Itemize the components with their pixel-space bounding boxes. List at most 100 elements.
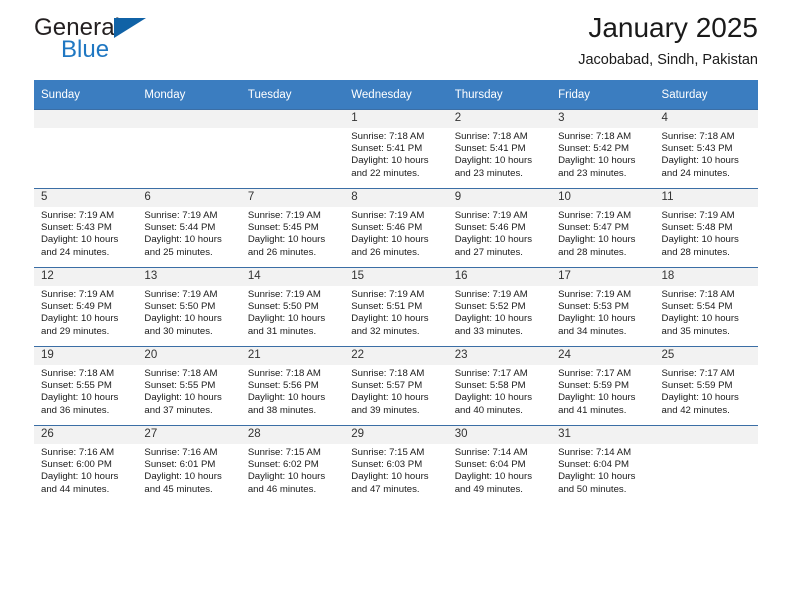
day-details: Sunrise: 7:17 AM Sunset: 5:59 PM Daylight:… [551,365,654,417]
calendar-day-cell[interactable]: 6 Sunrise: 7:19 AM Sunset: 5:44 PM Daylight… [137,188,241,268]
day-number: 26 [34,426,138,444]
calendar-day-cell[interactable]: 11 Sunrise: 7:19 AM Sunset: 5:48 PM Dayligh… [654,188,758,268]
daylight-text-line1: Daylight: 10 hours [454,234,533,246]
daylight-text-line2: and 37 minutes. [144,404,213,416]
day-details: Sunrise: 7:19 AM Sunset: 5:50 PM Daylight:… [241,286,344,338]
day-details: Sunrise: 7:19 AM Sunset: 5:46 PM Daylight:… [448,207,551,259]
calendar-day-cell[interactable]: 5 Sunrise: 7:19 AM Sunset: 5:43 PM Daylight… [34,188,138,268]
sunrise-text: Sunrise: 7:18 AM [351,368,425,379]
day-details: Sunrise: 7:18 AM Sunset: 5:55 PM Daylight:… [34,365,137,417]
sunset-text: Sunset: 5:50 PM [144,301,216,313]
daylight-text-line1: Daylight: 10 hours [454,313,533,325]
day-details: Sunrise: 7:14 AM Sunset: 6:04 PM Daylight:… [448,444,551,496]
sunset-text: Sunset: 5:42 PM [558,143,630,155]
daylight-text-line1: Daylight: 10 hours [661,313,739,325]
calendar-day-cell[interactable]: 15 Sunrise: 7:19 AM Sunset: 5:51 PM Dayligh… [344,267,448,347]
calendar-day-cell[interactable]: 28 Sunrise: 7:15 AM Sunset: 6:02 PM Dayligh… [240,425,345,504]
daylight-text-line2: and 26 minutes. [351,246,420,258]
sunrise-text: Sunrise: 7:19 AM [247,210,321,221]
sunset-text: Sunset: 5:44 PM [144,222,216,234]
sunset-text: Sunset: 5:59 PM [661,380,733,392]
sunset-text: Sunset: 6:03 PM [351,459,423,471]
calendar-day-cell[interactable]: 23 Sunrise: 7:17 AM Sunset: 5:58 PM Dayligh… [447,346,552,426]
calendar-day-cell[interactable]: 31 Sunrise: 7:14 AM Sunset: 6:04 PM Dayligh… [551,425,655,504]
daylight-text-line2: and 24 minutes. [661,167,730,179]
day-number: 29 [344,426,448,444]
sunset-text: Sunset: 5:46 PM [454,222,526,234]
day-number: 27 [137,426,241,444]
daylight-text-line1: Daylight: 10 hours [558,234,636,246]
daylight-text-line2: and 23 minutes. [558,167,627,179]
day-number [240,110,345,128]
sunset-text: Sunset: 5:47 PM [558,222,630,234]
day-details: Sunrise: 7:16 AM Sunset: 6:01 PM Daylight:… [137,444,240,496]
sunrise-text: Sunrise: 7:18 AM [454,131,528,142]
page-title: January 2025 [588,12,758,43]
calendar-week-row: 1 Sunrise: 7:18 AM Sunset: 5:41 PM Daylight… [34,109,758,189]
calendar-day-cell-empty [654,425,758,504]
calendar-week-row: 19 Sunrise: 7:18 AM Sunset: 5:55 PM Dayligh… [34,346,758,426]
calendar-day-cell[interactable]: 8 Sunrise: 7:19 AM Sunset: 5:46 PM Daylight… [344,188,448,268]
sunrise-text: Sunrise: 7:17 AM [661,368,735,379]
day-details: Sunrise: 7:19 AM Sunset: 5:49 PM Daylight:… [34,286,137,338]
day-number [137,110,241,128]
sunset-text: Sunset: 5:51 PM [351,301,423,313]
calendar-day-cell[interactable]: 24 Sunrise: 7:17 AM Sunset: 5:59 PM Dayligh… [551,346,655,426]
weekday-header-friday: Friday [551,80,655,110]
calendar-day-cell[interactable]: 10 Sunrise: 7:19 AM Sunset: 5:47 PM Dayligh… [551,188,655,268]
calendar-day-cell[interactable]: 13 Sunrise: 7:19 AM Sunset: 5:50 PM Dayligh… [137,267,241,347]
daylight-text-line2: and 23 minutes. [454,167,523,179]
calendar-day-cell[interactable]: 25 Sunrise: 7:17 AM Sunset: 5:59 PM Dayligh… [654,346,758,426]
day-number: 28 [240,426,345,444]
calendar-day-cell[interactable]: 26 Sunrise: 7:16 AM Sunset: 6:00 PM Dayligh… [34,425,138,504]
calendar-week-row: 5 Sunrise: 7:19 AM Sunset: 5:43 PM Daylight… [34,188,758,268]
daylight-text-line1: Daylight: 10 hours [144,234,222,246]
calendar-day-cell[interactable]: 1 Sunrise: 7:18 AM Sunset: 5:41 PM Daylight… [344,109,448,189]
day-number: 11 [654,189,758,207]
brand-logo[interactable]: General Blue [34,16,204,70]
calendar-day-cell[interactable]: 4 Sunrise: 7:18 AM Sunset: 5:43 PM Daylight… [654,109,758,189]
calendar-day-cell[interactable]: 20 Sunrise: 7:18 AM Sunset: 5:55 PM Dayligh… [137,346,241,426]
calendar-day-cell[interactable]: 2 Sunrise: 7:18 AM Sunset: 5:41 PM Daylight… [447,109,552,189]
day-details: Sunrise: 7:19 AM Sunset: 5:51 PM Daylight:… [344,286,447,338]
day-number: 18 [654,268,758,286]
daylight-text-line2: and 28 minutes. [661,246,730,258]
calendar-day-cell[interactable]: 12 Sunrise: 7:19 AM Sunset: 5:49 PM Dayligh… [34,267,138,347]
calendar-day-cell[interactable]: 16 Sunrise: 7:19 AM Sunset: 5:52 PM Dayligh… [447,267,552,347]
daylight-text-line1: Daylight: 10 hours [247,392,326,404]
daylight-text-line2: and 38 minutes. [247,404,317,416]
calendar-day-cell[interactable]: 9 Sunrise: 7:19 AM Sunset: 5:46 PM Daylight… [447,188,552,268]
sunset-text: Sunset: 5:46 PM [351,222,423,234]
day-number: 14 [240,268,345,286]
sunrise-text: Sunrise: 7:18 AM [247,368,321,379]
day-number: 21 [240,347,345,365]
sunset-text: Sunset: 5:45 PM [247,222,319,234]
calendar-day-cell[interactable]: 30 Sunrise: 7:14 AM Sunset: 6:04 PM Dayligh… [447,425,552,504]
day-details: Sunrise: 7:18 AM Sunset: 5:42 PM Daylight:… [551,128,654,180]
sunset-text: Sunset: 5:56 PM [247,380,319,392]
calendar-day-cell[interactable]: 14 Sunrise: 7:19 AM Sunset: 5:50 PM Dayligh… [240,267,345,347]
daylight-text-line2: and 27 minutes. [454,246,523,258]
sunrise-text: Sunrise: 7:16 AM [144,447,218,458]
calendar-day-cell[interactable]: 19 Sunrise: 7:18 AM Sunset: 5:55 PM Dayligh… [34,346,138,426]
sunrise-text: Sunrise: 7:19 AM [41,210,115,221]
sunrise-text: Sunrise: 7:17 AM [454,368,528,379]
day-number: 4 [654,110,758,128]
calendar-day-cell[interactable]: 17 Sunrise: 7:19 AM Sunset: 5:53 PM Dayligh… [551,267,655,347]
daylight-text-line1: Daylight: 10 hours [247,234,326,246]
sunset-text: Sunset: 5:54 PM [661,301,733,313]
calendar-day-cell[interactable]: 3 Sunrise: 7:18 AM Sunset: 5:42 PM Daylight… [551,109,655,189]
sunrise-text: Sunrise: 7:17 AM [558,368,632,379]
sunrise-text: Sunrise: 7:19 AM [454,210,528,221]
calendar-day-cell[interactable]: 21 Sunrise: 7:18 AM Sunset: 5:56 PM Dayligh… [240,346,345,426]
daylight-text-line2: and 49 minutes. [454,483,523,495]
calendar-day-cell[interactable]: 7 Sunrise: 7:19 AM Sunset: 5:45 PM Daylight… [240,188,345,268]
calendar-day-cell[interactable]: 29 Sunrise: 7:15 AM Sunset: 6:03 PM Dayligh… [344,425,448,504]
calendar-day-cell[interactable]: 27 Sunrise: 7:16 AM Sunset: 6:01 PM Dayligh… [137,425,241,504]
daylight-text-line2: and 32 minutes. [351,325,420,337]
page-header: General Blue January 2025 Jacobabad, Sin… [34,0,758,72]
calendar-day-cell[interactable]: 18 Sunrise: 7:18 AM Sunset: 5:54 PM Dayligh… [654,267,758,347]
daylight-text-line1: Daylight: 10 hours [558,392,636,404]
daylight-text-line1: Daylight: 10 hours [558,471,636,483]
calendar-day-cell[interactable]: 22 Sunrise: 7:18 AM Sunset: 5:57 PM Dayligh… [344,346,448,426]
